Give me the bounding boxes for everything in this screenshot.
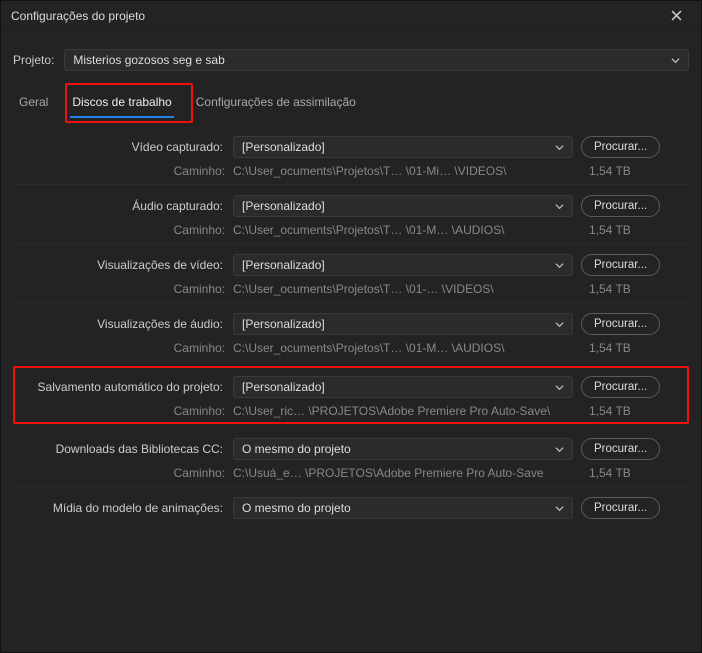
section-cc-libraries: Downloads das Bibliotecas CC: O mesmo do… xyxy=(13,428,689,487)
path-label: Caminho: xyxy=(15,282,225,296)
dropdown-video-previews[interactable]: [Personalizado] xyxy=(233,254,573,276)
path-label: Caminho: xyxy=(15,466,225,480)
browse-button[interactable]: Procurar... xyxy=(581,254,660,276)
chevron-down-icon xyxy=(671,56,680,65)
label-autosave: Salvamento automático do projeto: xyxy=(15,380,225,394)
dropdown-video-captured[interactable]: [Personalizado] xyxy=(233,136,573,158)
chevron-down-icon xyxy=(555,202,564,211)
path-label: Caminho: xyxy=(15,341,225,355)
label-video-previews: Visualizações de vídeo: xyxy=(15,258,225,272)
path-value: C:\Usuá_e… \PROJETOS\Adobe Premiere Pro … xyxy=(233,466,573,480)
tab-assimilacao[interactable]: Configurações de assimilação xyxy=(194,89,358,117)
dropdown-audio-captured[interactable]: [Personalizado] xyxy=(233,195,573,217)
chevron-down-icon xyxy=(555,504,564,513)
browse-button[interactable]: Procurar... xyxy=(581,136,660,158)
browse-button[interactable]: Procurar... xyxy=(581,195,660,217)
tab-discos[interactable]: Discos de trabalho xyxy=(70,89,173,117)
window-title: Configurações do projeto xyxy=(11,9,145,23)
disk-size: 1,54 TB xyxy=(581,164,631,178)
chevron-down-icon xyxy=(555,320,564,329)
label-mogrt: Mídia do modelo de animações: xyxy=(15,501,225,515)
chevron-down-icon xyxy=(555,261,564,270)
section-audio-captured: Áudio capturado: [Personalizado] Procura… xyxy=(13,185,689,244)
disk-size: 1,54 TB xyxy=(581,223,631,237)
section-mogrt: Mídia do modelo de animações: O mesmo do… xyxy=(13,487,689,531)
dropdown-cc-libraries[interactable]: O mesmo do projeto xyxy=(233,438,573,460)
path-label: Caminho: xyxy=(15,223,225,237)
section-audio-previews: Visualizações de áudio: [Personalizado] … xyxy=(13,303,689,362)
chevron-down-icon xyxy=(555,383,564,392)
disk-size: 1,54 TB xyxy=(581,341,631,355)
scratch-disks-panel: Vídeo capturado: [Personalizado] Procura… xyxy=(13,118,689,531)
path-value: C:\User_ocuments\Projetos\T… \01-Mi… \VI… xyxy=(233,164,573,178)
label-audio-previews: Visualizações de áudio: xyxy=(15,317,225,331)
close-icon[interactable] xyxy=(661,1,691,31)
disk-size: 1,54 TB xyxy=(581,404,631,418)
project-dropdown-value: Misterios gozosos seg e sab xyxy=(73,53,224,67)
dropdown-autosave[interactable]: [Personalizado] xyxy=(233,376,573,398)
path-value: C:\User_ric… \PROJETOS\Adobe Premiere Pr… xyxy=(233,404,573,418)
path-label: Caminho: xyxy=(15,164,225,178)
chevron-down-icon xyxy=(555,445,564,454)
titlebar: Configurações do projeto xyxy=(1,1,701,31)
project-selector-row: Projeto: Misterios gozosos seg e sab xyxy=(13,49,689,71)
tabs: Geral Discos de trabalho Configurações d… xyxy=(13,89,689,118)
section-autosave-highlight: Salvamento automático do projeto: [Perso… xyxy=(13,366,689,424)
section-video-previews: Visualizações de vídeo: [Personalizado] … xyxy=(13,244,689,303)
chevron-down-icon xyxy=(555,143,564,152)
disk-size: 1,54 TB xyxy=(581,282,631,296)
dropdown-audio-previews[interactable]: [Personalizado] xyxy=(233,313,573,335)
browse-button[interactable]: Procurar... xyxy=(581,313,660,335)
path-label: Caminho: xyxy=(15,404,225,418)
label-cc-libraries: Downloads das Bibliotecas CC: xyxy=(15,442,225,456)
path-value: C:\User_ocuments\Projetos\T… \01-M… \AUD… xyxy=(233,341,573,355)
path-value: C:\User_ocuments\Projetos\T… \01-… \VIDE… xyxy=(233,282,573,296)
project-settings-window: Configurações do projeto Projeto: Mister… xyxy=(0,0,702,653)
project-dropdown[interactable]: Misterios gozosos seg e sab xyxy=(64,49,689,71)
section-video-captured: Vídeo capturado: [Personalizado] Procura… xyxy=(13,126,689,185)
label-video-captured: Vídeo capturado: xyxy=(15,140,225,154)
tab-geral[interactable]: Geral xyxy=(17,89,50,117)
browse-button[interactable]: Procurar... xyxy=(581,376,660,398)
label-audio-captured: Áudio capturado: xyxy=(15,199,225,213)
browse-button[interactable]: Procurar... xyxy=(581,438,660,460)
project-label: Projeto: xyxy=(13,53,54,67)
path-value: C:\User_ocuments\Projetos\T… \01-M… \AUD… xyxy=(233,223,573,237)
browse-button[interactable]: Procurar... xyxy=(581,497,660,519)
disk-size: 1,54 TB xyxy=(581,466,631,480)
dropdown-mogrt[interactable]: O mesmo do projeto xyxy=(233,497,573,519)
